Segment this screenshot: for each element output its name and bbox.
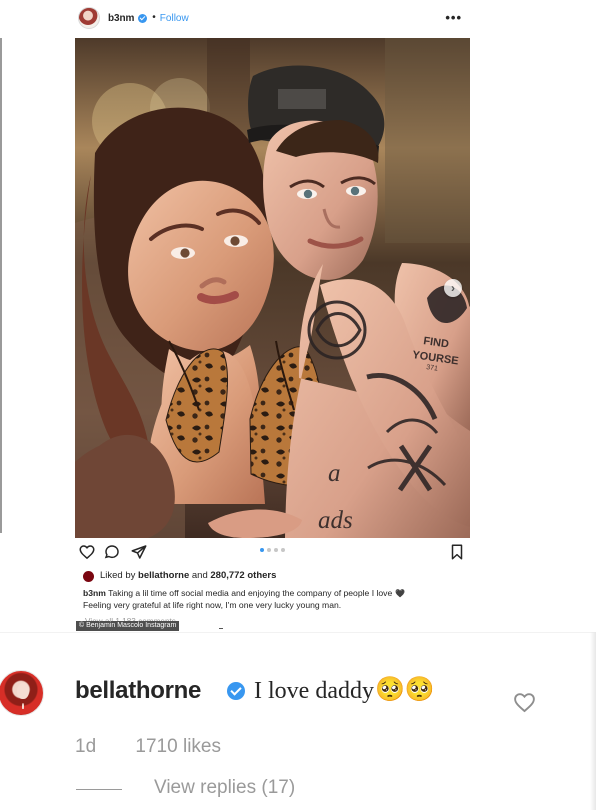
chest-tattoo-bottom: ads <box>318 507 353 534</box>
caption-username[interactable]: b3nm <box>83 588 106 598</box>
likes-prefix: Liked by <box>100 570 136 581</box>
carousel-dot[interactable] <box>267 548 271 552</box>
follow-button[interactable]: Follow <box>160 13 189 24</box>
verified-icon <box>138 13 148 23</box>
comment-text-row: I love daddy🥺🥺 <box>254 676 435 706</box>
post-avatar[interactable] <box>78 7 100 29</box>
share-icon[interactable] <box>130 543 148 561</box>
comment-username[interactable]: bellathorne <box>75 676 201 706</box>
header-separator: • <box>152 12 156 23</box>
more-icon[interactable]: ••• <box>445 11 462 24</box>
instagram-post-screenshot: b3nm • Follow ••• FIND YOURSE 371 a ads … <box>0 0 596 810</box>
comment-meta: 1d 1710 likes <box>75 735 221 759</box>
post-action-bar <box>78 541 470 565</box>
couple-photo: FIND YOURSE 371 a ads <box>75 38 470 538</box>
zoom-panel-right-shadow <box>590 632 596 810</box>
carousel-dot[interactable] <box>281 548 285 552</box>
carousel-dot[interactable] <box>274 548 278 552</box>
left-border <box>0 38 2 533</box>
likes-count[interactable]: 280,772 others <box>210 570 276 582</box>
post-caption: b3nm Taking a lil time off social media … <box>83 587 468 611</box>
carousel-dot-active[interactable] <box>260 548 264 552</box>
liker-avatar[interactable] <box>83 570 94 582</box>
zoomed-comment-panel <box>0 632 596 810</box>
bookmark-icon[interactable] <box>448 543 466 561</box>
chevron-right-icon[interactable]: › <box>444 279 462 297</box>
black-heart-icon: 🖤 <box>395 589 406 598</box>
comment-icon[interactable] <box>103 543 121 561</box>
comment-likes[interactable]: 1710 likes <box>135 736 221 757</box>
replies-divider <box>76 789 122 790</box>
heart-icon[interactable] <box>78 543 96 561</box>
likes-row: Liked by bellathorne and 280,772 others <box>83 569 467 583</box>
image-source-credit: © Benjamin Mascolo Instagram <box>76 621 180 631</box>
post-header: b3nm • Follow ••• <box>78 6 470 30</box>
caption-text-1: Taking a lil time off social media and e… <box>108 588 393 598</box>
verified-icon-large <box>227 682 245 700</box>
caption-line-2: Feeling very grateful at life right now,… <box>83 600 342 610</box>
liked-by-username[interactable]: bellathorne <box>138 570 189 582</box>
chest-tattoo-top: a <box>328 460 341 487</box>
carousel-indicator <box>260 548 285 552</box>
pleading-face-emoji: 🥺🥺 <box>374 675 435 703</box>
post-username[interactable]: b3nm <box>108 13 134 24</box>
view-replies-button[interactable]: View replies (17) <box>154 775 295 801</box>
comment-age: 1d <box>75 736 97 757</box>
caption-line-1: b3nm Taking a lil time off social media … <box>83 587 468 599</box>
comment-avatar[interactable] <box>0 670 44 716</box>
comment-like-heart-icon[interactable] <box>512 690 537 715</box>
comment-separator-dash <box>219 628 223 629</box>
comment-text: I love daddy <box>254 678 374 704</box>
likes-middle: and <box>191 570 208 581</box>
post-photo[interactable]: FIND YOURSE 371 a ads <box>75 38 470 538</box>
